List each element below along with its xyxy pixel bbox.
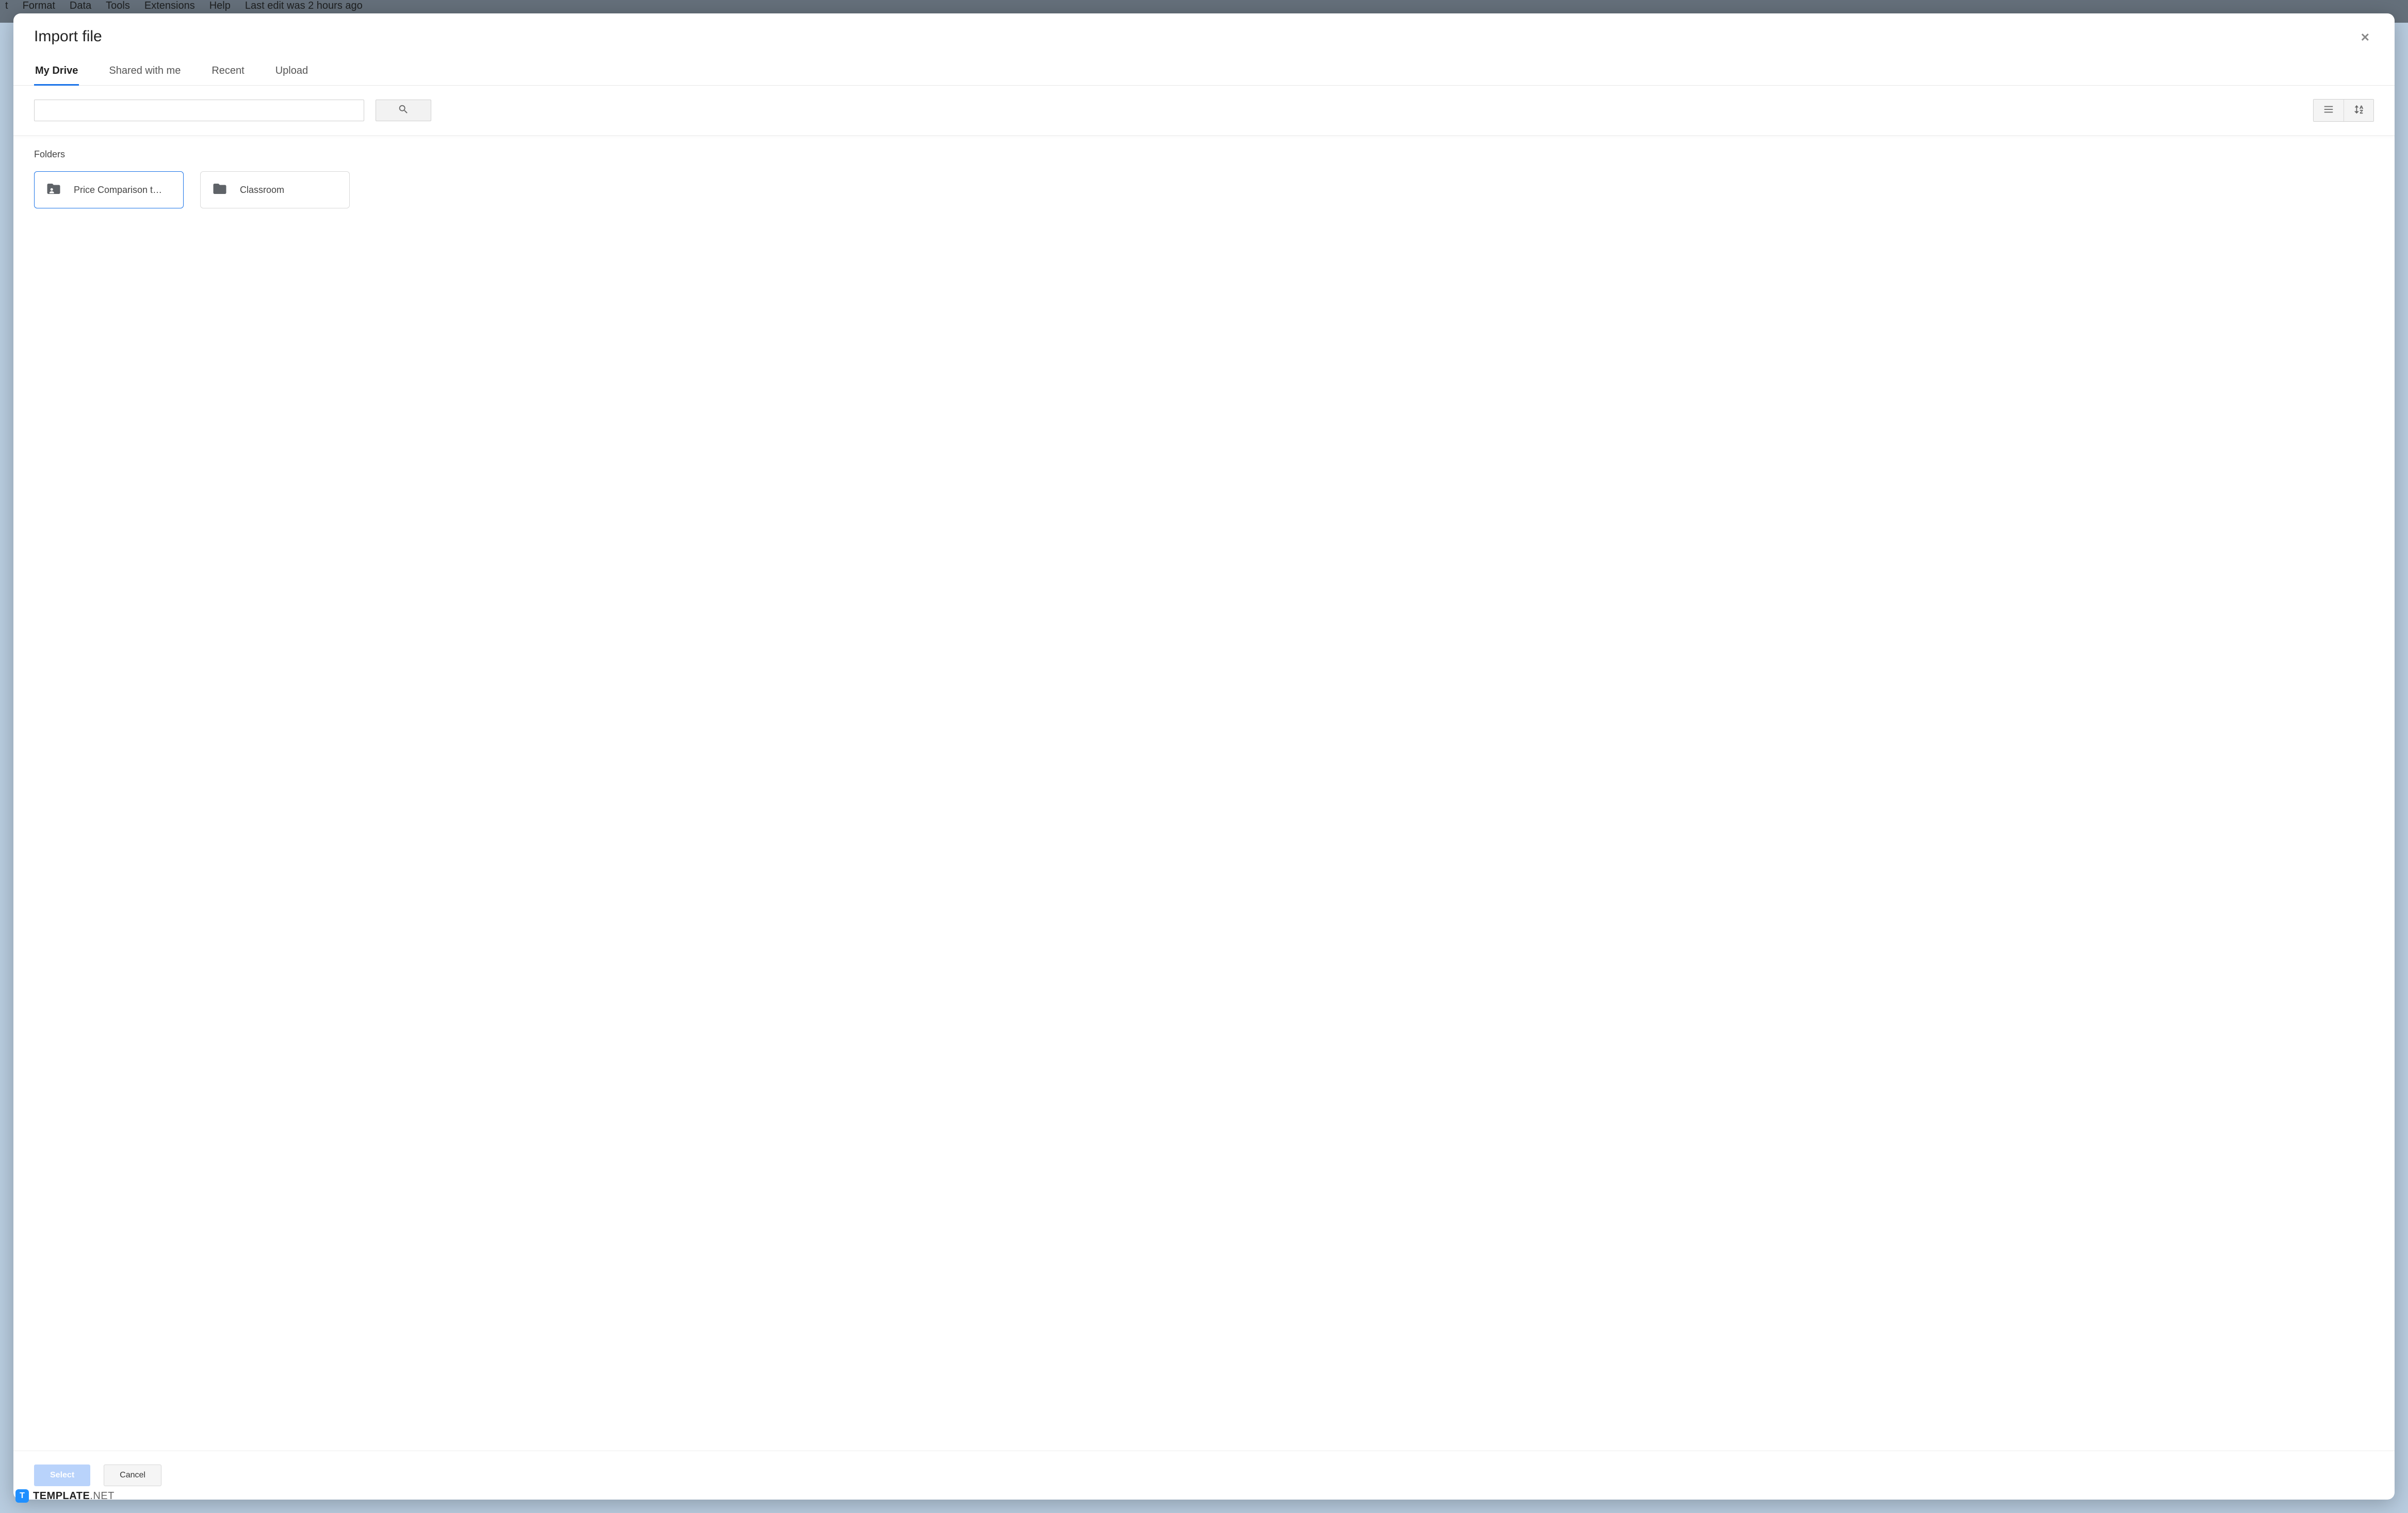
folder-card[interactable]: Classroom — [200, 171, 350, 208]
folder-grid: Price Comparison t… Classroom — [34, 171, 2374, 208]
watermark-brand: TEMPLATE — [33, 1490, 90, 1502]
menu-item: Data — [70, 0, 91, 12]
tab-shared-with-me[interactable]: Shared with me — [108, 58, 182, 85]
dialog-title: Import file — [34, 28, 102, 45]
dialog-footer: Select Cancel — [13, 1451, 2395, 1500]
tab-label: Recent — [211, 65, 244, 76]
search-button[interactable] — [376, 100, 431, 121]
section-folders-label: Folders — [34, 149, 2374, 160]
picker-tabs: My Drive Shared with me Recent Upload — [13, 58, 2395, 86]
menu-item: Help — [209, 0, 231, 12]
sort-az-button[interactable] — [2344, 100, 2373, 121]
select-button[interactable]: Select — [34, 1465, 90, 1486]
watermark: T TEMPLATE.NET — [15, 1489, 115, 1503]
folder-name: Classroom — [240, 185, 284, 196]
menu-item: Extensions — [144, 0, 195, 12]
tab-label: My Drive — [35, 65, 78, 76]
tab-upload[interactable]: Upload — [274, 58, 309, 85]
button-label: Cancel — [120, 1471, 145, 1480]
button-label: Select — [50, 1471, 74, 1480]
search-icon — [398, 104, 409, 118]
folder-icon — [212, 181, 227, 199]
menu-item: Format — [23, 0, 55, 12]
import-file-dialog: Import file ✕ My Drive Shared with me Re… — [13, 13, 2395, 1500]
folder-name: Price Comparison t… — [74, 185, 162, 196]
tab-label: Upload — [275, 65, 308, 76]
tab-my-drive[interactable]: My Drive — [34, 58, 79, 85]
watermark-icon: T — [15, 1489, 29, 1503]
watermark-text: TEMPLATE.NET — [33, 1490, 115, 1502]
watermark-icon-letter: T — [20, 1491, 25, 1501]
last-edit-status: Last edit was 2 hours ago — [245, 0, 363, 12]
close-button[interactable]: ✕ — [2356, 28, 2374, 47]
cancel-button[interactable]: Cancel — [104, 1465, 161, 1486]
viewport: t Format Data Tools Extensions Help Last… — [0, 0, 2408, 1513]
view-controls — [2313, 99, 2374, 122]
sort-az-icon — [2353, 104, 2365, 118]
list-view-button[interactable] — [2314, 100, 2344, 121]
tab-label: Shared with me — [109, 65, 181, 76]
folder-card[interactable]: Price Comparison t… — [34, 171, 184, 208]
dialog-header: Import file ✕ — [13, 13, 2395, 58]
watermark-tld: .NET — [90, 1490, 115, 1502]
search-row — [13, 86, 2395, 136]
picker-content: Folders Price Comparison t… Classroom — [13, 136, 2395, 1451]
list-icon — [2323, 104, 2334, 118]
menu-item: Tools — [106, 0, 130, 12]
tab-recent[interactable]: Recent — [210, 58, 245, 85]
search-input[interactable] — [34, 100, 364, 121]
shared-folder-icon — [46, 181, 61, 199]
menu-item: t — [5, 0, 8, 12]
